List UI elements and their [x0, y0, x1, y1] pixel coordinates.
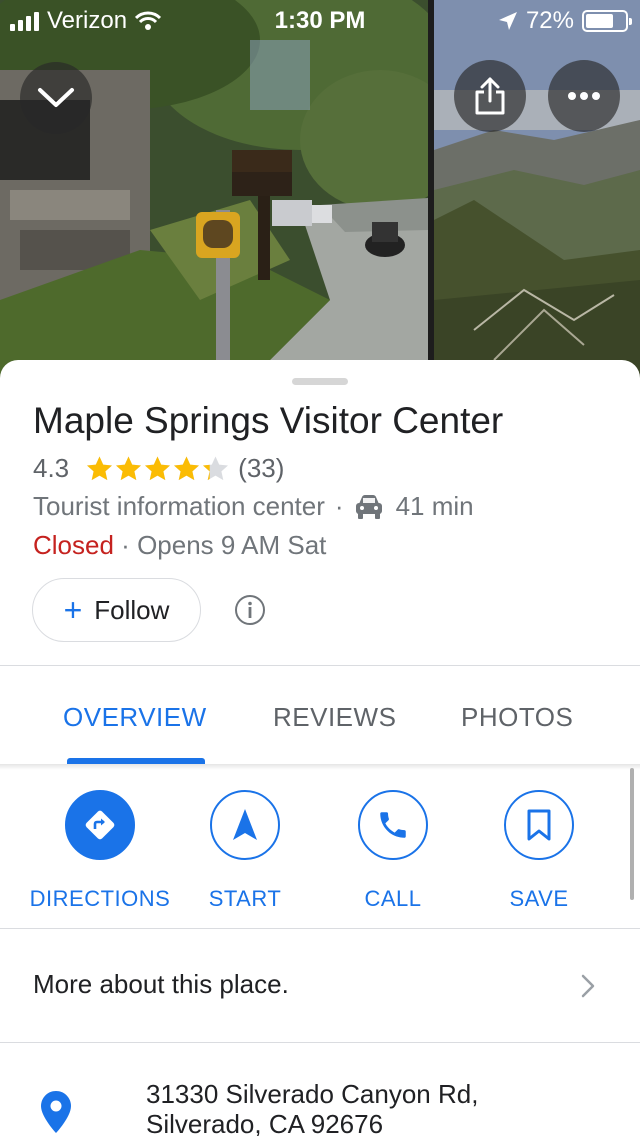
status-bar: Verizon 1:30 PM 72% [0, 0, 640, 40]
star-icon [201, 455, 230, 483]
photo-trailhead[interactable] [0, 0, 428, 380]
address-text: 31330 Silverado Canyon Rd, Silverado, CA… [146, 1079, 478, 1136]
share-button[interactable] [454, 60, 526, 132]
hours-row[interactable]: Closed · Opens 9 AM Sat [33, 530, 326, 561]
photo-mountain-scene [434, 0, 640, 380]
battery-percent: 72% [525, 7, 574, 34]
start-button[interactable]: START [172, 790, 318, 912]
plus-icon: + [63, 592, 83, 628]
save-label: SAVE [509, 886, 569, 911]
start-circle [210, 790, 280, 860]
location-arrow-icon [498, 12, 517, 30]
rating-value: 4.3 [33, 453, 70, 483]
scrollbar[interactable] [630, 768, 634, 900]
category-row: Tourist information center · 41 min [33, 491, 474, 522]
call-button[interactable]: CALL [320, 790, 466, 912]
share-icon [475, 77, 505, 115]
battery-fill [586, 14, 614, 28]
collapse-button[interactable] [20, 62, 92, 134]
info-icon[interactable] [234, 594, 266, 626]
save-circle [504, 790, 574, 860]
place-category: Tourist information center [33, 491, 325, 521]
bookmark-icon [527, 809, 551, 841]
start-label: START [208, 886, 282, 911]
address-line-1: 31330 Silverado Canyon Rd, [146, 1079, 479, 1109]
photo-trailhead-scene [0, 0, 428, 380]
phone-icon [380, 812, 406, 838]
call-label: CALL [364, 886, 422, 911]
star-icon [114, 455, 143, 483]
star-icon [143, 455, 172, 483]
action-row: DIRECTIONS START CALL SAVE [0, 770, 640, 928]
directions-button[interactable]: DIRECTIONS [27, 790, 173, 912]
drive-time: 41 min [395, 491, 474, 521]
opens-time: Opens 9 AM Sat [137, 530, 327, 560]
place-sheet[interactable]: Maple Springs Visitor Center 4.3 (33) To… [0, 360, 640, 1136]
status-right: 72% [498, 7, 632, 35]
tab-overview[interactable]: OVERVIEW [63, 702, 207, 733]
tab-bar: OVERVIEW REVIEWS PHOTOS [0, 666, 640, 764]
directions-icon [85, 810, 115, 840]
place-title: Maple Springs Visitor Center [33, 400, 504, 441]
chevron-down-icon [38, 88, 74, 107]
more-about-label: More about this place. [33, 969, 289, 999]
location-pin-icon [41, 1091, 71, 1133]
follow-button[interactable]: + Follow [32, 578, 201, 642]
more-options-button[interactable] [548, 60, 620, 132]
address-line-2: Silverado, CA 92676 [146, 1109, 384, 1136]
review-count: (33) [238, 453, 285, 483]
more-about-row[interactable]: More about this place. [0, 929, 640, 1042]
open-status: Closed [33, 530, 114, 560]
battery-icon [582, 10, 632, 32]
star-icon [85, 455, 114, 483]
car-icon [355, 494, 382, 519]
photo-mountain-view[interactable] [434, 0, 640, 380]
separator: · [121, 530, 130, 560]
directions-circle [65, 790, 135, 860]
tab-photos[interactable]: PHOTOS [461, 702, 573, 733]
directions-label: DIRECTIONS [29, 886, 171, 911]
save-button[interactable]: SAVE [466, 790, 612, 912]
rating-row[interactable]: 4.3 (33) [33, 453, 284, 484]
address-row[interactable]: 31330 Silverado Canyon Rd, Silverado, CA… [0, 1043, 640, 1136]
place-photos[interactable]: Verizon 1:30 PM 72% [0, 0, 640, 380]
drag-handle[interactable] [292, 378, 348, 385]
more-horizontal-icon [568, 92, 600, 100]
star-rating [85, 455, 230, 483]
star-icon [172, 455, 201, 483]
tab-reviews[interactable]: REVIEWS [273, 702, 396, 733]
navigation-arrow-icon [233, 809, 257, 840]
separator: · [334, 491, 344, 521]
call-circle [358, 790, 428, 860]
chevron-right-icon [581, 974, 595, 998]
follow-label: Follow [94, 594, 170, 625]
